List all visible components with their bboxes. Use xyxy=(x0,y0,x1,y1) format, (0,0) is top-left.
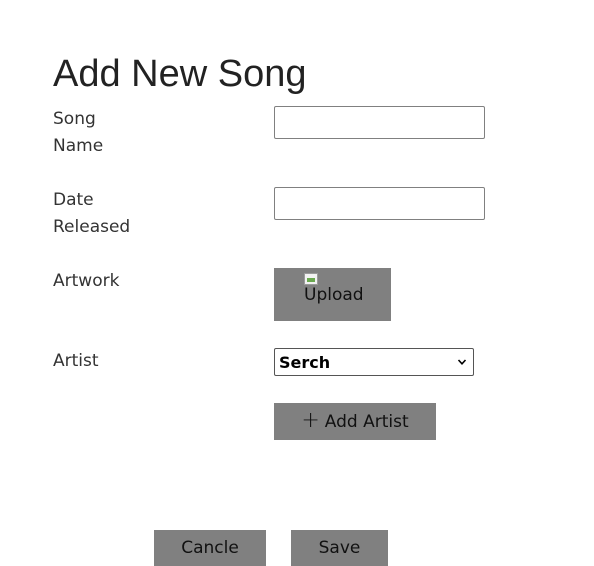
artwork-label: Artwork xyxy=(53,271,120,291)
broken-image-icon xyxy=(304,273,318,285)
plus-icon: + xyxy=(301,407,320,433)
song-name-input[interactable] xyxy=(274,106,485,139)
song-name-label: Song Name xyxy=(53,109,104,156)
page-title: Add New Song xyxy=(53,53,307,95)
artist-label: Artist xyxy=(53,351,99,371)
date-released-label: Date Released xyxy=(53,190,131,237)
save-button[interactable]: Save xyxy=(291,530,388,566)
artist-select-value: Serch xyxy=(279,352,331,372)
chevron-down-icon xyxy=(457,359,467,365)
upload-label: Upload xyxy=(304,285,364,305)
artwork-upload-button[interactable]: Upload xyxy=(274,268,391,321)
artist-select[interactable]: Serch xyxy=(274,348,474,376)
add-artist-label: Add Artist xyxy=(324,411,409,432)
add-artist-button[interactable]: + Add Artist xyxy=(274,403,436,440)
cancel-button[interactable]: Cancle xyxy=(154,530,266,566)
date-released-input[interactable] xyxy=(274,187,485,220)
